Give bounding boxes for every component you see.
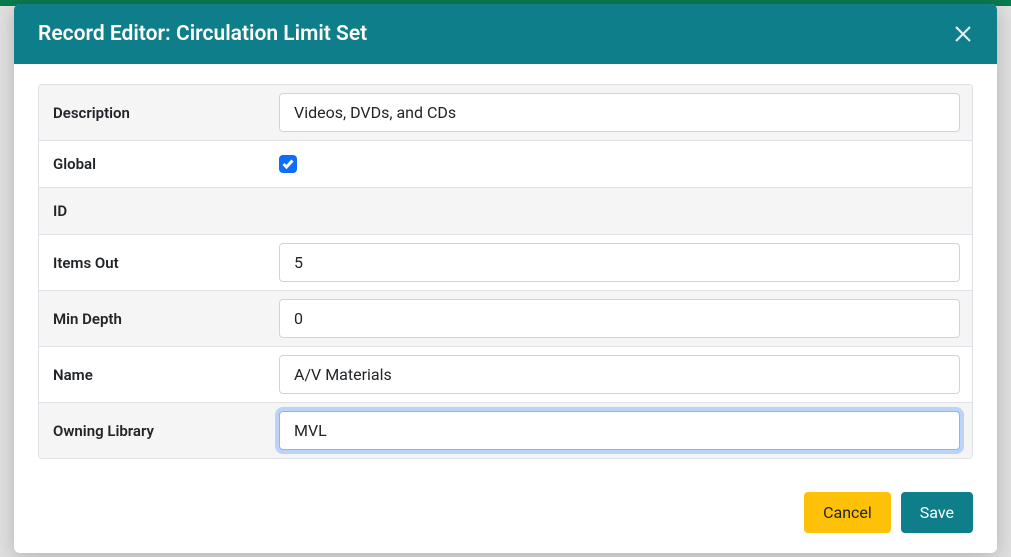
row-id: ID — [39, 188, 972, 235]
label-items-out: Items Out — [39, 240, 279, 286]
min-depth-input[interactable] — [279, 299, 960, 338]
description-input[interactable] — [279, 93, 960, 132]
label-id: ID — [39, 188, 279, 234]
close-icon[interactable] — [953, 24, 973, 44]
label-min-depth: Min Depth — [39, 296, 279, 342]
label-global: Global — [39, 141, 279, 187]
row-global: Global — [39, 141, 972, 188]
record-editor-modal: Record Editor: Circulation Limit Set Des… — [14, 4, 997, 553]
row-owning-library: Owning Library — [39, 403, 972, 458]
modal-title: Record Editor: Circulation Limit Set — [38, 22, 367, 46]
save-button[interactable]: Save — [901, 492, 973, 533]
modal-body: Description Global ID — [14, 64, 997, 476]
row-min-depth: Min Depth — [39, 291, 972, 347]
row-items-out: Items Out — [39, 235, 972, 291]
label-description: Description — [39, 90, 279, 136]
row-description: Description — [39, 85, 972, 141]
label-name: Name — [39, 352, 279, 398]
modal-header: Record Editor: Circulation Limit Set — [14, 4, 997, 64]
label-owning-library: Owning Library — [39, 408, 279, 454]
global-checkbox[interactable] — [279, 155, 297, 173]
form-table: Description Global ID — [38, 84, 973, 459]
owning-library-input[interactable] — [279, 411, 960, 450]
name-input[interactable] — [279, 355, 960, 394]
items-out-input[interactable] — [279, 243, 960, 282]
id-value — [279, 197, 972, 225]
cancel-button[interactable]: Cancel — [804, 492, 891, 533]
row-name: Name — [39, 347, 972, 403]
modal-footer: Cancel Save — [14, 476, 997, 553]
